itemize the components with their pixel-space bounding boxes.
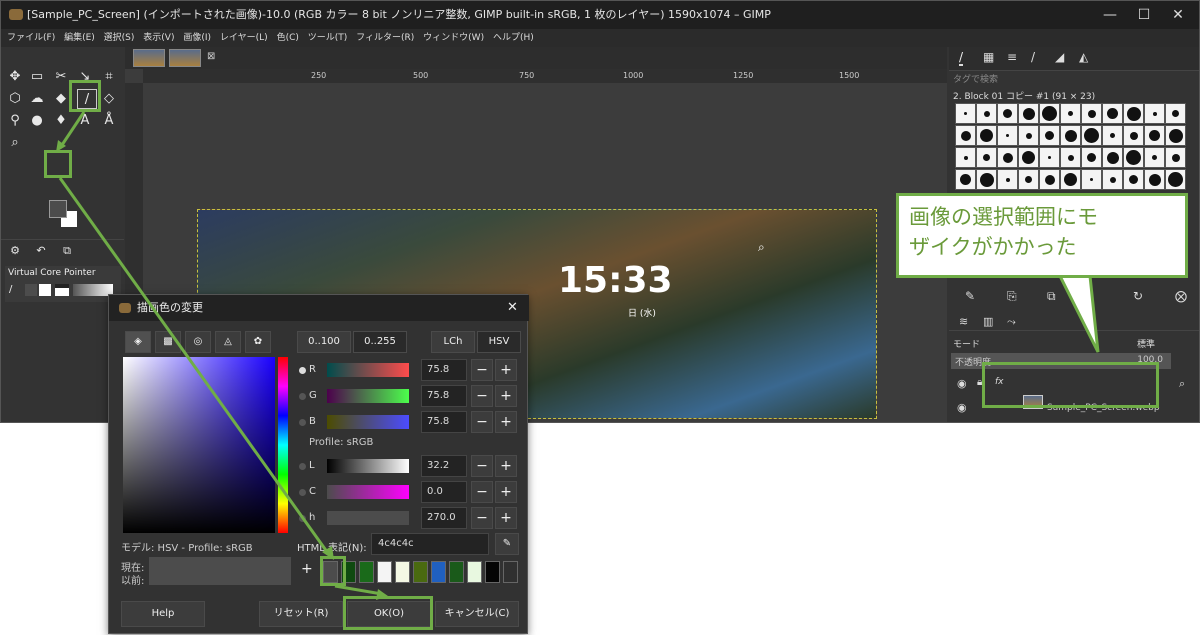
arrow-line: [58, 177, 332, 557]
arrow-line: [58, 111, 86, 149]
annotation-arrows: [56, 111, 1100, 600]
arrow-head: [376, 589, 388, 600]
callout-line-1: 画像の選択範囲にモ: [909, 205, 1098, 229]
callout-pointer: [1057, 274, 1100, 353]
callout-box: 画像の選択範囲にモ ザイクがかかった: [896, 193, 1188, 278]
callout-line-2: ザイクがかかった: [909, 235, 1077, 259]
arrow-line: [334, 584, 383, 596]
